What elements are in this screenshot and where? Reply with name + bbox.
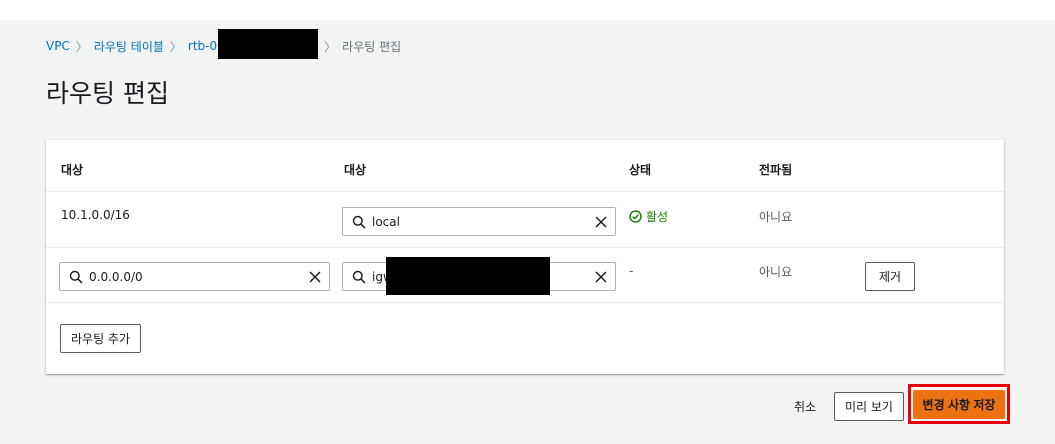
breadcrumb-route-table-id[interactable]: rtb-0	[188, 39, 217, 53]
breadcrumb-route-tables[interactable]: 라우팅 테이블	[94, 38, 164, 55]
row-divider	[46, 191, 1004, 192]
status-indicator: 활성	[629, 208, 668, 225]
destination-input-value: 0.0.0.0/0	[89, 269, 143, 284]
cancel-button[interactable]: 취소	[794, 398, 816, 415]
breadcrumb-separator: 〉	[169, 39, 182, 54]
column-header-status: 상태	[629, 163, 652, 177]
search-icon	[352, 215, 366, 228]
breadcrumb-separator: 〉	[324, 39, 337, 54]
column-header-propagated: 전파됨	[759, 163, 793, 177]
status-text: -	[629, 264, 634, 278]
breadcrumb-vpc[interactable]: VPC	[46, 39, 70, 53]
page-title: 라우팅 편집	[46, 79, 169, 108]
propagated-value: 아니요	[759, 210, 793, 224]
target-input-value: local	[372, 214, 400, 229]
clear-icon[interactable]	[595, 271, 607, 283]
top-strip	[0, 0, 1055, 20]
clear-icon[interactable]	[595, 216, 607, 228]
column-header-destination: 대상	[61, 163, 84, 177]
breadcrumb: VPC 〉 라우팅 테이블 〉 rtb-0 〉 라우팅 편집	[46, 29, 402, 59]
preview-button[interactable]: 미리 보기	[834, 392, 904, 421]
search-icon	[69, 270, 83, 283]
routes-panel: 대상 대상 상태 전파됨 10.1.0.0/16 local 활성 아니요 0.…	[46, 140, 1004, 374]
clear-icon[interactable]	[309, 271, 321, 283]
route-destination: 10.1.0.0/16	[61, 208, 130, 222]
redaction-block	[386, 257, 550, 295]
breadcrumb-separator: 〉	[75, 39, 88, 54]
target-input[interactable]: local	[342, 207, 616, 236]
remove-route-button[interactable]: 제거	[865, 262, 915, 291]
check-circle-icon	[629, 210, 642, 223]
row-divider	[46, 302, 1004, 303]
redaction-block	[218, 29, 319, 59]
destination-input[interactable]: 0.0.0.0/0	[59, 262, 330, 291]
save-changes-button[interactable]: 변경 사항 저장	[913, 390, 1005, 419]
add-route-button[interactable]: 라우팅 추가	[60, 324, 141, 353]
search-icon	[352, 270, 366, 283]
breadcrumb-current: 라우팅 편집	[342, 39, 402, 54]
propagated-value: 아니요	[759, 265, 793, 279]
status-text: 활성	[646, 210, 669, 224]
column-header-target: 대상	[344, 163, 367, 177]
row-divider	[46, 247, 1004, 248]
